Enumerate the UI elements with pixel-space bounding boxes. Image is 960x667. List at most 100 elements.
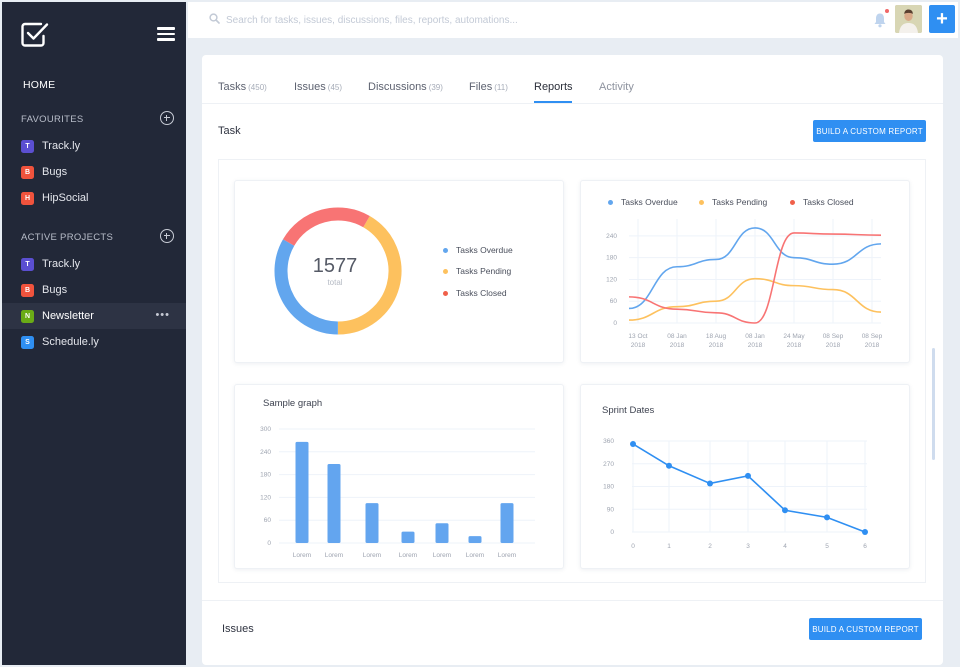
- bar: [435, 523, 449, 543]
- y-tick-label: 180: [606, 255, 617, 262]
- sprint-point: [824, 514, 830, 521]
- donut-chart: [274, 207, 402, 335]
- nav-item-label: Newsletter: [42, 310, 94, 322]
- y-tick-label: 120: [606, 276, 617, 283]
- reports-panel: Tasks (450) Issues (45) Discussions (39) Fi…: [202, 55, 943, 665]
- tab-files[interactable]: Files (11): [469, 81, 508, 93]
- x-tick-label: 2018: [670, 342, 685, 349]
- x-tick-label: Lorem: [433, 552, 451, 559]
- x-tick-label: 2018: [787, 342, 802, 349]
- sidebar-project-track-ly[interactable]: T Track.ly: [2, 251, 186, 277]
- project-badge-icon: H: [21, 191, 34, 205]
- y-tick-label: 270: [603, 461, 614, 468]
- legend-dot: [443, 268, 448, 274]
- add-favourite-icon[interactable]: [160, 111, 174, 125]
- nav-item-label: Track.ly: [42, 140, 81, 152]
- tab-tasks[interactable]: Tasks (450): [218, 81, 267, 93]
- legend-tasks-pending: Tasks Pending: [443, 266, 511, 276]
- tab-count: (450): [248, 83, 267, 92]
- sprint-line-chart: 0 90 180 270 360 0 1 2 3 4 5 6: [603, 438, 868, 550]
- x-tick-label: 18 Aug: [706, 333, 727, 340]
- favourites-title: FAVOURITES: [21, 114, 84, 125]
- build-issues-report-button[interactable]: BUILD A CUSTOM REPORT: [809, 618, 922, 640]
- sidebar: HOME FAVOURITES T Track.ly B Bugs H HipSocial…: [2, 2, 186, 665]
- tab-bar: Tasks (450) Issues (45) Discussions (39) Fi…: [202, 55, 943, 104]
- sidebar-favourite-hipsocial[interactable]: H HipSocial: [2, 185, 186, 211]
- tab-issues[interactable]: Issues (45): [294, 81, 342, 93]
- bar: [500, 503, 514, 543]
- tab-label: Discussions: [368, 81, 427, 93]
- avatar[interactable]: [895, 5, 922, 33]
- legend-label: Tasks Pending: [456, 266, 512, 276]
- logo-checkbox-icon[interactable]: [21, 21, 49, 47]
- search-input[interactable]: [226, 11, 826, 29]
- nav-item-label: Bugs: [42, 284, 68, 296]
- legend-label: Tasks Overdue: [456, 245, 513, 255]
- x-tick-label: 2018: [631, 342, 646, 349]
- project-badge-icon: S: [21, 335, 34, 349]
- x-tick-label: 24 May: [783, 333, 805, 340]
- sprint-point: [745, 472, 751, 479]
- bar: [295, 441, 309, 543]
- sidebar-favourite-bugs[interactable]: B Bugs: [2, 159, 186, 185]
- tab-label: Reports: [534, 81, 573, 93]
- sprint-dates-card: Sprint Dates 0 90 180 270 360 0 1 2 3 4 5 6: [580, 384, 910, 569]
- x-tick-label: 5: [825, 543, 829, 550]
- tab-count: (39): [428, 83, 443, 92]
- x-tick-label: Lorem: [498, 552, 516, 559]
- sidebar-project-schedule-ly[interactable]: S Schedule.ly: [2, 329, 186, 355]
- donut-total-value: 1577: [312, 255, 358, 277]
- section-divider: [202, 600, 943, 601]
- legend-label: Tasks Closed: [456, 288, 507, 298]
- sample-bar-chart: 0 60 120 180 240 300 Lorem Lorem Lorem Lorem Lorem…: [260, 426, 535, 559]
- x-tick-label: 08 Sep: [823, 333, 844, 340]
- bell-icon[interactable]: [873, 12, 887, 28]
- tab-reports[interactable]: Reports: [534, 81, 573, 93]
- add-button[interactable]: +: [929, 5, 955, 33]
- sidebar-project-newsletter[interactable]: N Newsletter •••: [2, 303, 186, 329]
- x-tick-label: 2018: [865, 342, 880, 349]
- x-tick-label: 4: [783, 543, 787, 550]
- y-tick-label: 240: [260, 449, 271, 456]
- vertical-scrollbar[interactable]: [932, 348, 935, 460]
- tab-activity[interactable]: Activity: [599, 81, 634, 93]
- more-options-icon[interactable]: •••: [155, 310, 170, 321]
- y-tick-label: 180: [603, 484, 614, 491]
- charts-container: 1577 total Tasks Overdue Tasks Pending T…: [218, 159, 926, 583]
- topbar: +: [188, 2, 958, 38]
- project-badge-icon: N: [21, 309, 34, 323]
- project-badge-icon: B: [21, 165, 34, 179]
- sprint-line: [632, 443, 866, 533]
- active-tab-indicator: [534, 101, 572, 103]
- x-tick-label: 13 Oct: [628, 333, 647, 340]
- legend-dot: [443, 290, 448, 296]
- sidebar-project-bugs[interactable]: B Bugs: [2, 277, 186, 303]
- y-tick-label: 240: [606, 233, 617, 240]
- x-tick-label: 0: [631, 543, 635, 550]
- x-tick-label: Lorem: [399, 552, 417, 559]
- y-tick-label: 60: [264, 517, 272, 524]
- project-badge-icon: T: [21, 139, 34, 153]
- x-tick-label: Lorem: [363, 552, 381, 559]
- x-tick-label: 08 Jan: [745, 333, 765, 340]
- nav-item-label: HipSocial: [42, 192, 89, 204]
- sprint-point: [707, 480, 713, 487]
- menu-icon[interactable]: [157, 27, 175, 41]
- sample-graph-card: Sample graph 0 60 120 180 240 300 Lorem Lorem Lo…: [234, 384, 564, 569]
- tab-count: (11): [494, 83, 508, 92]
- y-tick-label: 0: [267, 540, 271, 547]
- tab-label: Tasks: [218, 81, 247, 93]
- x-tick-label: 2018: [826, 342, 841, 349]
- add-project-icon[interactable]: [160, 229, 174, 243]
- tab-discussions[interactable]: Discussions (39): [368, 81, 443, 93]
- nav-home[interactable]: HOME: [23, 79, 55, 91]
- tab-label: Issues: [294, 81, 326, 93]
- build-task-report-button[interactable]: BUILD A CUSTOM REPORT: [813, 120, 926, 142]
- y-tick-label: 300: [260, 426, 271, 433]
- tasks-trend-card: Tasks Overdue Tasks Pending Tasks Closed…: [580, 180, 910, 363]
- x-tick-label: 2: [708, 543, 712, 550]
- sidebar-favourite-track-ly[interactable]: T Track.ly: [2, 133, 186, 159]
- y-tick-label: 0: [610, 529, 614, 536]
- x-tick-label: 2018: [748, 342, 763, 349]
- y-tick-label: 180: [260, 472, 271, 479]
